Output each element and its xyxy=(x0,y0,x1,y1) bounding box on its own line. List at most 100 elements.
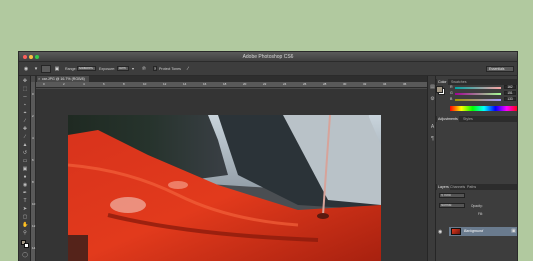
options-bar: ◉ ▾ ▣ Range: Midtones Exposure: 50% ▾ ℗ … xyxy=(19,62,517,76)
type-tool-icon[interactable]: T xyxy=(22,198,28,204)
ruler-tick-label: 12 xyxy=(32,224,36,228)
brush-presets-icon[interactable]: A xyxy=(429,124,436,131)
color-slider-track[interactable] xyxy=(455,87,501,89)
ruler-tick-label: 28 xyxy=(323,82,327,86)
marquee-tool-icon[interactable]: ⬚ xyxy=(22,86,28,92)
color-ramp[interactable] xyxy=(450,106,517,111)
document-image[interactable] xyxy=(68,115,381,261)
crop-tool-icon[interactable]: ⌖ xyxy=(22,110,28,116)
dropdown-chevron-icon[interactable]: ▾ xyxy=(33,66,39,72)
ruler-tick-label: 18 xyxy=(223,82,227,86)
path-selection-tool-icon[interactable]: ➤ xyxy=(22,206,28,212)
history-panel-icon[interactable]: ▤ xyxy=(429,84,436,91)
pressure-size-icon[interactable]: ∕ xyxy=(185,66,191,72)
clone-stamp-tool-icon[interactable]: ▲ xyxy=(22,142,28,148)
ruler-tick-label: 20 xyxy=(243,82,247,86)
color-slider-letter: R xyxy=(450,85,453,89)
color-slider-r[interactable]: R 162 xyxy=(450,85,517,90)
color-slider-b[interactable]: B 133 xyxy=(450,97,517,102)
protect-tones-checkbox[interactable]: ✓ xyxy=(153,66,157,71)
layers-panel-tabs: Layers Channels Paths xyxy=(436,184,517,190)
history-brush-tool-icon[interactable]: ↺ xyxy=(22,150,28,156)
title-bar: Adobe Photoshop CS6 xyxy=(19,52,517,62)
ruler-tick-label: 14 xyxy=(183,82,187,86)
properties-panel-icon[interactable]: ⚙ xyxy=(429,96,436,103)
exposure-label: Exposure: xyxy=(99,67,116,71)
blend-mode-select[interactable]: Normal xyxy=(439,203,465,208)
ruler-tick-label: 0 xyxy=(43,82,45,86)
brush-tool-icon[interactable]: ∕ xyxy=(22,134,28,140)
ruler-tick-label: 36 xyxy=(403,82,407,86)
tab-adjustments[interactable]: Adjustments xyxy=(437,116,459,122)
airbrush-icon[interactable]: ℗ xyxy=(141,66,147,72)
exposure-dropdown-icon[interactable]: ▾ xyxy=(130,66,136,72)
ruler-tick-label: 4 xyxy=(32,136,34,140)
color-value-input[interactable]: 133 xyxy=(504,97,516,101)
canvas-area[interactable] xyxy=(36,89,427,261)
move-tool-icon[interactable]: ✥ xyxy=(22,78,28,84)
workspace-switcher[interactable]: Essentials xyxy=(486,66,514,72)
tab-channels[interactable]: Channels xyxy=(449,184,466,190)
tools-panel: ✥ ⬚ ∽ ⋆ ⌖ ∕ ✚ ∕ ▲ ↺ ▭ ▣ ● ◉ ✒ T ➤ ▢ ✋ ⚲ … xyxy=(19,76,31,261)
dodge-tool-preset-icon[interactable]: ◉ xyxy=(23,66,29,72)
right-panels: Color Swatches R 162 G 151 B 133 Adjustments … xyxy=(436,76,517,261)
gradient-tool-icon[interactable]: ▣ xyxy=(22,166,28,172)
brush-size-picker[interactable] xyxy=(41,65,51,73)
brush-panel-icon[interactable]: ▣ xyxy=(54,66,60,72)
range-select[interactable]: Midtones xyxy=(77,66,96,71)
hand-tool-icon[interactable]: ✋ xyxy=(22,222,28,228)
ruler-tick-label: 10 xyxy=(143,82,147,86)
shape-tool-icon[interactable]: ▢ xyxy=(22,214,28,220)
eyedropper-tool-icon[interactable]: ∕ xyxy=(22,118,28,124)
tab-paths[interactable]: Paths xyxy=(466,184,477,190)
horizontal-ruler[interactable]: 0 2 4 6 8 10 12 14 16 18 20 22 24 26 28 30 32 34 36 xyxy=(35,82,427,88)
layer-thumbnail xyxy=(451,228,461,235)
tab-layers[interactable]: Layers xyxy=(437,184,450,190)
tab-styles[interactable]: Styles xyxy=(462,116,474,122)
opacity-label: Opacity: xyxy=(471,204,483,208)
eye-visibility-icon[interactable]: ◉ xyxy=(438,229,442,235)
color-value-input[interactable]: 162 xyxy=(504,85,516,89)
ruler-tick-label: 34 xyxy=(383,82,387,86)
ruler-tick-label: 8 xyxy=(123,82,125,86)
ruler-tick-label: 22 xyxy=(263,82,267,86)
layer-filter-kind-select[interactable]: ⚲ Kind xyxy=(439,193,465,198)
tab-title: car.JPG @ 16.7% (RGB/8) xyxy=(42,77,85,81)
fill-label: Fill: xyxy=(478,212,483,216)
adjustments-panel-tabs: Adjustments Styles xyxy=(436,116,517,122)
paragraph-panel-icon[interactable]: ¶ xyxy=(429,136,436,143)
zoom-tool-icon[interactable]: ⚲ xyxy=(22,230,28,236)
ruler-tick-label: 24 xyxy=(283,82,287,86)
color-panel-foreground-swatch[interactable] xyxy=(436,86,443,93)
quick-mask-icon[interactable]: ◯ xyxy=(22,252,28,258)
layer-name: Background xyxy=(464,229,484,233)
eraser-tool-icon[interactable]: ▭ xyxy=(22,158,28,164)
color-slider-g[interactable]: G 151 xyxy=(450,91,517,96)
blur-tool-icon[interactable]: ● xyxy=(22,174,28,180)
pen-tool-icon[interactable]: ✒ xyxy=(22,190,28,196)
photoshop-window: Adobe Photoshop CS6 ◉ ▾ ▣ Range: Midtone… xyxy=(18,51,518,261)
exposure-input[interactable]: 50% xyxy=(117,66,129,71)
lasso-tool-icon[interactable]: ∽ xyxy=(22,94,28,100)
ruler-tick-label: 2 xyxy=(63,82,65,86)
ruler-tick-label: 8 xyxy=(32,180,34,184)
quick-select-tool-icon[interactable]: ⋆ xyxy=(22,102,28,108)
color-slider-letter: G xyxy=(450,91,453,95)
dodge-tool-icon[interactable]: ◉ xyxy=(22,182,28,188)
lock-icon: ▣ xyxy=(511,228,516,234)
background-color-swatch[interactable] xyxy=(24,243,29,248)
ruler-tick-label: 4 xyxy=(83,82,85,86)
tab-color[interactable]: Color xyxy=(437,79,448,85)
color-slider-track[interactable] xyxy=(455,99,501,101)
ruler-tick-label: 2 xyxy=(32,114,34,118)
healing-brush-tool-icon[interactable]: ✚ xyxy=(22,126,28,132)
range-label: Range: xyxy=(65,67,77,71)
color-value-input[interactable]: 151 xyxy=(504,91,516,95)
color-slider-letter: B xyxy=(450,97,453,101)
layer-filter-kind-label: Kind xyxy=(444,193,451,197)
ruler-tick-label: 30 xyxy=(343,82,347,86)
color-slider-track[interactable] xyxy=(455,93,501,95)
layer-row-background[interactable]: ◉ Background ▣ xyxy=(438,227,517,236)
ruler-tick-label: 26 xyxy=(303,82,307,86)
ruler-tick-label: 12 xyxy=(163,82,167,86)
